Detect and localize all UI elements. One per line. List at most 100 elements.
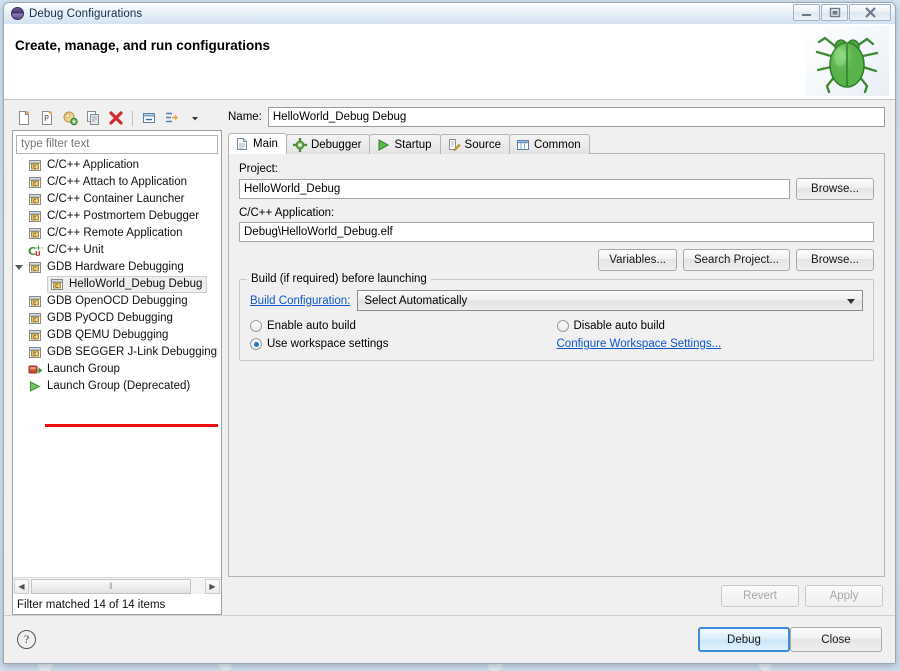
source-pencil-icon (447, 138, 461, 152)
svg-text:c: c (33, 197, 36, 204)
application-browse-button[interactable]: Browse... (796, 249, 874, 271)
launch-group-deprecated-icon (27, 379, 43, 394)
window-titlebar[interactable]: Debug Configurations (4, 3, 895, 24)
tab-debugger[interactable]: Debugger (285, 134, 371, 154)
minimize-button[interactable] (793, 4, 820, 21)
svg-text:c: c (33, 163, 36, 170)
project-browse-button[interactable]: Browse... (796, 178, 874, 200)
chevron-down-icon (847, 299, 855, 304)
chevron-down-icon[interactable] (185, 108, 205, 128)
svg-text:P: P (44, 114, 49, 123)
filter-icon[interactable] (162, 108, 182, 128)
radio-label: Use workspace settings (267, 338, 389, 350)
c-file-icon: c (27, 226, 43, 241)
build-configuration-select[interactable]: Select Automatically (357, 290, 863, 311)
new-document-icon[interactable] (14, 108, 34, 128)
tree-horizontal-scrollbar[interactable]: ◀ ‖ ▶ (13, 577, 221, 594)
tree-item-gdb-hardware-debugging[interactable]: c GDB Hardware Debugging (13, 259, 221, 276)
delete-red-x-icon[interactable] (106, 108, 126, 128)
scrollbar-track[interactable]: ‖ (29, 578, 205, 594)
project-input[interactable] (239, 179, 790, 199)
radio-use-workspace-settings[interactable]: Use workspace settings (250, 338, 557, 350)
tab-label: Common (533, 138, 581, 151)
tree-item-helloworld-debug-debug[interactable]: c HelloWorld_Debug Debug (13, 275, 221, 293)
c-file-icon: c (49, 277, 65, 292)
application-label: C/C++ Application: (239, 207, 335, 219)
radio-enable-auto-build[interactable]: Enable auto build (250, 320, 557, 332)
application-input[interactable] (239, 222, 874, 242)
radio-label: Enable auto build (267, 320, 356, 332)
c-file-icon: c (27, 311, 43, 326)
svg-text:c: c (33, 231, 36, 238)
c-file-icon: c (27, 192, 43, 207)
close-button[interactable] (849, 4, 891, 21)
radio-indicator[interactable] (250, 320, 262, 332)
duplicate-icon[interactable] (83, 108, 103, 128)
variables-button[interactable]: Variables... (598, 249, 677, 271)
green-bug-icon (805, 26, 889, 96)
tree-item-label: C/C++ Remote Application (47, 227, 183, 239)
radio-indicator[interactable] (250, 338, 262, 350)
startup-play-icon (376, 138, 390, 152)
tab-label: Startup (394, 138, 432, 151)
c-file-icon: c (27, 209, 43, 224)
tree-item-label: GDB Hardware Debugging (47, 261, 184, 273)
tree-item-cpp-unit[interactable]: C++U C/C++ Unit (13, 242, 221, 259)
configurations-pane: P type filter text c C/C++ Application c… (12, 106, 222, 615)
scroll-left-arrow-icon[interactable]: ◀ (14, 578, 29, 594)
search-input[interactable] (16, 134, 218, 154)
svg-text:c: c (33, 214, 36, 221)
tab-main[interactable]: Main (228, 133, 287, 154)
tree-item-cpp-postmortem[interactable]: c C/C++ Postmortem Debugger (13, 208, 221, 225)
help-question-icon[interactable]: ? (17, 630, 36, 649)
debug-button[interactable]: Debug (698, 627, 790, 652)
tree-item-cpp-container-launcher[interactable]: c C/C++ Container Launcher (13, 191, 221, 208)
configuration-name-input[interactable] (267, 107, 885, 127)
banner-heading: Create, manage, and run configurations (15, 38, 271, 53)
tree-item-cpp-attach[interactable]: c C/C++ Attach to Application (13, 174, 221, 191)
close-button-footer[interactable]: Close (790, 627, 882, 652)
svg-text:c: c (33, 265, 36, 272)
maximize-button[interactable] (821, 4, 848, 21)
tree-item-gdb-segger-jlink-debugging[interactable]: c GDB SEGGER J-Link Debugging (13, 344, 221, 361)
radio-indicator[interactable] (556, 320, 569, 332)
tab-common[interactable]: Common (508, 134, 590, 154)
revert-button[interactable]: Revert (721, 585, 799, 607)
search-project-button[interactable]: Search Project... (682, 249, 790, 271)
scrollbar-thumb[interactable]: ‖ (31, 578, 191, 594)
project-row: Browse... (239, 178, 874, 200)
export-icon[interactable] (60, 108, 80, 128)
common-table-icon (516, 138, 530, 152)
tree-item-label: HelloWorld_Debug Debug (69, 278, 203, 290)
tree-item-launch-group[interactable]: Launch Group (13, 361, 221, 378)
svg-text:c: c (33, 350, 36, 357)
tab-startup[interactable]: Startup (369, 134, 441, 154)
c-file-icon: c (27, 328, 43, 343)
configure-workspace-settings-link[interactable]: Configure Workspace Settings... (557, 338, 722, 350)
tree-item-cpp-application[interactable]: c C/C++ Application (13, 157, 221, 174)
c-file-icon: c (27, 175, 43, 190)
tree-item-gdb-pyocd-debugging[interactable]: c GDB PyOCD Debugging (13, 310, 221, 327)
build-configuration-value: Select Automatically (364, 294, 468, 307)
expander-open-icon[interactable] (15, 264, 23, 273)
tree-item-gdb-qemu-debugging[interactable]: c GDB QEMU Debugging (13, 327, 221, 344)
tab-source[interactable]: Source (439, 134, 510, 154)
tree-item-cpp-remote-application[interactable]: c C/C++ Remote Application (13, 225, 221, 242)
tree-item-label: Launch Group (47, 363, 120, 375)
build-configuration-link[interactable]: Build Configuration: (250, 295, 350, 307)
tree-item-gdb-openocd-debugging[interactable]: c GDB OpenOCD Debugging (13, 293, 221, 310)
tree-item-label: GDB SEGGER J-Link Debugging (47, 346, 218, 358)
annotation-red-underline (45, 423, 218, 427)
tree-item-label: GDB OpenOCD Debugging (47, 295, 188, 307)
tree-item-launch-group-deprecated[interactable]: Launch Group (Deprecated) (13, 378, 221, 395)
new-prototype-icon[interactable]: P (37, 108, 57, 128)
apply-button[interactable]: Apply (805, 585, 883, 607)
debug-configurations-window: Debug Configurations Create, manage, and… (3, 2, 896, 664)
name-row: Name: (228, 106, 885, 128)
scroll-right-arrow-icon[interactable]: ▶ (205, 578, 220, 594)
configure-workspace-settings-row: Configure Workspace Settings... (557, 338, 864, 350)
configurations-tree[interactable]: c C/C++ Application c C/C++ Attach to Ap… (13, 156, 221, 578)
radio-disable-auto-build[interactable]: Disable auto build (556, 320, 864, 332)
configurations-toolbar: P (12, 106, 222, 130)
collapse-all-icon[interactable] (139, 108, 159, 128)
